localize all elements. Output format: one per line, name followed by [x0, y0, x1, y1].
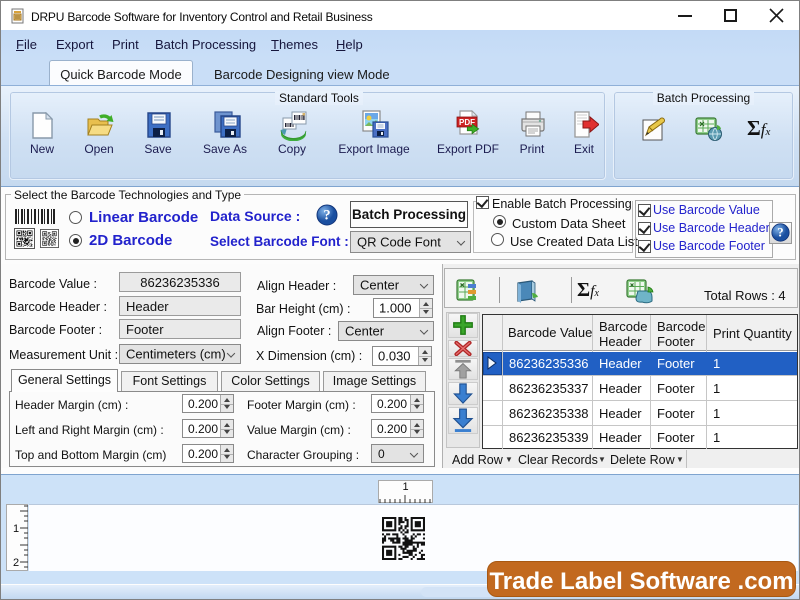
svg-text:2: 2	[13, 557, 19, 569]
svg-text:1: 1	[13, 523, 19, 535]
svg-text:?: ?	[323, 208, 330, 224]
svg-text:?: ?	[777, 225, 783, 239]
